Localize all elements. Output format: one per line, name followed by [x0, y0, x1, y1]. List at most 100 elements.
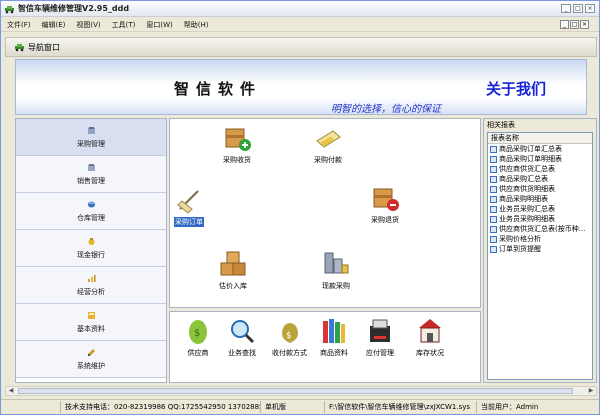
menu-view[interactable]: 视图(V)	[70, 20, 105, 30]
purchase-receipt-item[interactable]: 采购收货	[222, 123, 252, 165]
sidebar-item-label: 采购管理	[77, 139, 105, 148]
cash-purchase-item[interactable]: 现款采购	[321, 249, 351, 291]
slogan: 明智的选择，信心的保证	[331, 104, 441, 115]
sidebar-item-label: 经营分析	[77, 287, 105, 296]
sidebar-item-label: 基本资料	[77, 324, 105, 333]
report-icon	[490, 195, 497, 203]
report-item[interactable]: 商品采购汇总表	[488, 174, 592, 184]
report-item[interactable]: 商品采购订单汇总表	[488, 144, 592, 154]
purchase-icon	[87, 126, 95, 134]
sidebar-item-system[interactable]: 系统维护	[16, 341, 166, 378]
purchase-payment-item[interactable]: 采购付款	[313, 123, 343, 165]
report-icon	[490, 235, 497, 243]
reports-title: 相关报表	[487, 121, 515, 129]
books-icon	[323, 319, 345, 343]
menu-bar: 文件(F) 编辑(E) 视图(V) 工具(T) 窗口(W) 帮助(H) _ □ …	[1, 18, 599, 32]
sales-icon	[87, 163, 95, 171]
menu-file[interactable]: 文件(F)	[1, 20, 36, 30]
sidebar-item-label: 现金银行	[77, 250, 105, 259]
status-mode: 单机版	[261, 401, 325, 413]
mdi-close-button[interactable]: ×	[580, 20, 589, 29]
report-item[interactable]: 业务员采购明细表	[488, 214, 592, 224]
report-item[interactable]: 业务员采购汇总表	[488, 204, 592, 214]
report-icon	[490, 175, 497, 183]
report-icon	[490, 165, 497, 173]
report-item[interactable]: 商品采购明细表	[488, 194, 592, 204]
report-icon	[490, 225, 497, 233]
status-path: F:\智信软件\智信车辆维修管理\zxJXCW1.sys	[325, 401, 477, 413]
sidebar-item-cash-bank[interactable]: 现金银行	[16, 230, 166, 267]
purchase-return-item[interactable]: 采购退货	[370, 183, 400, 225]
banner: 智信软件 关于我们 明智的选择，信心的保证	[15, 59, 587, 115]
sidebar-item-analysis[interactable]: 经营分析	[16, 267, 166, 304]
business-search-button[interactable]: 业务查找	[228, 316, 256, 358]
estimate-in-item[interactable]: 估价入库	[218, 249, 248, 291]
mdi-restore-button[interactable]: □	[570, 20, 579, 29]
payables-icon	[370, 319, 390, 342]
supplier-button[interactable]: $ 供应商	[184, 316, 212, 358]
about-us-link[interactable]: 关于我们	[486, 78, 546, 99]
scroll-left-icon[interactable]: ◀	[6, 387, 16, 395]
reports-column-header[interactable]: 报表名称	[488, 133, 592, 144]
mdi-minimize-button[interactable]: _	[560, 20, 569, 29]
close-button[interactable]: ×	[585, 4, 595, 13]
scrollbar-thumb[interactable]	[18, 388, 573, 394]
report-icon	[490, 155, 497, 163]
money-bag-icon: $	[281, 323, 298, 343]
store-icon	[419, 319, 441, 343]
payment-icon	[316, 130, 341, 148]
report-item[interactable]: 采购价格分析	[488, 234, 592, 244]
menu-tools[interactable]: 工具(T)	[106, 20, 141, 30]
report-icon	[490, 245, 497, 253]
app-window: 智信车辆维修管理V2.95_ddd _ □ × 文件(F) 编辑(E) 视图(V…	[0, 0, 600, 415]
system-icon	[87, 348, 95, 356]
quick-toolbar: $ 供应商 业务查找 $ 收付款方式 商品资料 应付管理 库存状况	[169, 311, 481, 383]
scroll-right-icon[interactable]: ▶	[586, 387, 596, 395]
status-empty	[1, 401, 61, 413]
inventory-status-button[interactable]: 库存状况	[416, 316, 444, 358]
payables-label: 应付管理	[366, 349, 394, 357]
product-data-button[interactable]: 商品资料	[320, 316, 348, 358]
software-name: 智信软件	[174, 80, 263, 98]
car-icon	[5, 5, 14, 13]
maximize-button[interactable]: □	[573, 4, 583, 13]
menu-help[interactable]: 帮助(H)	[178, 20, 214, 30]
report-item[interactable]: 订单到货提醒	[488, 244, 592, 254]
business-search-label: 业务查找	[228, 349, 256, 357]
car-icon	[15, 44, 24, 52]
sidebar-item-basic-data[interactable]: 基本资料	[16, 304, 166, 341]
report-icon	[490, 185, 497, 193]
report-item[interactable]: 供应商供货汇总表(按币种...	[488, 224, 592, 234]
order-icon	[177, 190, 199, 214]
menu-window[interactable]: 窗口(W)	[140, 20, 177, 30]
module-sidebar: 采购管理 销售管理 仓库管理 现金银行 经营分析 基本资料 系统维护	[15, 118, 167, 383]
menu-edit[interactable]: 编辑(E)	[36, 20, 71, 30]
workspace-panel: 采购收货 采购付款 采购订单 采购退货 估价入库 现款采购	[169, 118, 481, 308]
payment-method-button[interactable]: $ 收付款方式	[272, 316, 307, 358]
report-item[interactable]: 供应商供货汇总表	[488, 164, 592, 174]
report-item[interactable]: 商品采购订单明细表	[488, 154, 592, 164]
return-goods-icon	[373, 188, 399, 211]
status-support: 技术支持电话：020-82319986 QQ:1725542950 137028…	[61, 401, 261, 413]
estimate-in-label: 估价入库	[219, 282, 247, 290]
window-title: 智信车辆维修管理V2.95_ddd	[18, 4, 130, 13]
reports-panel: 相关报表 报表名称 商品采购订单汇总表 商品采购订单明细表 供应商供货汇总表 商…	[483, 118, 597, 383]
sidebar-item-sales[interactable]: 销售管理	[16, 156, 166, 193]
report-icon	[490, 215, 497, 223]
svg-text:$: $	[286, 331, 292, 341]
status-bar: 技术支持电话：020-82319986 QQ:1725542950 137028…	[1, 399, 599, 414]
sidebar-item-purchase[interactable]: 采购管理	[16, 119, 166, 156]
report-item[interactable]: 供应商供货明细表	[488, 184, 592, 194]
warehouse-icon	[87, 201, 95, 207]
cash-purchase-label: 现款采购	[322, 282, 350, 290]
basic-data-icon	[87, 311, 95, 319]
horizontal-scrollbar[interactable]: ◀ ▶	[5, 386, 597, 396]
svg-text:$: $	[194, 328, 200, 339]
sidebar-item-warehouse[interactable]: 仓库管理	[16, 193, 166, 230]
sidebar-item-label: 销售管理	[77, 176, 105, 185]
purchase-return-label: 采购退货	[371, 216, 399, 224]
minimize-button[interactable]: _	[561, 4, 571, 13]
stock-in-icon	[220, 251, 246, 276]
payables-button[interactable]: 应付管理	[366, 316, 394, 358]
purchase-order-item[interactable]: 采购订单	[174, 185, 204, 227]
